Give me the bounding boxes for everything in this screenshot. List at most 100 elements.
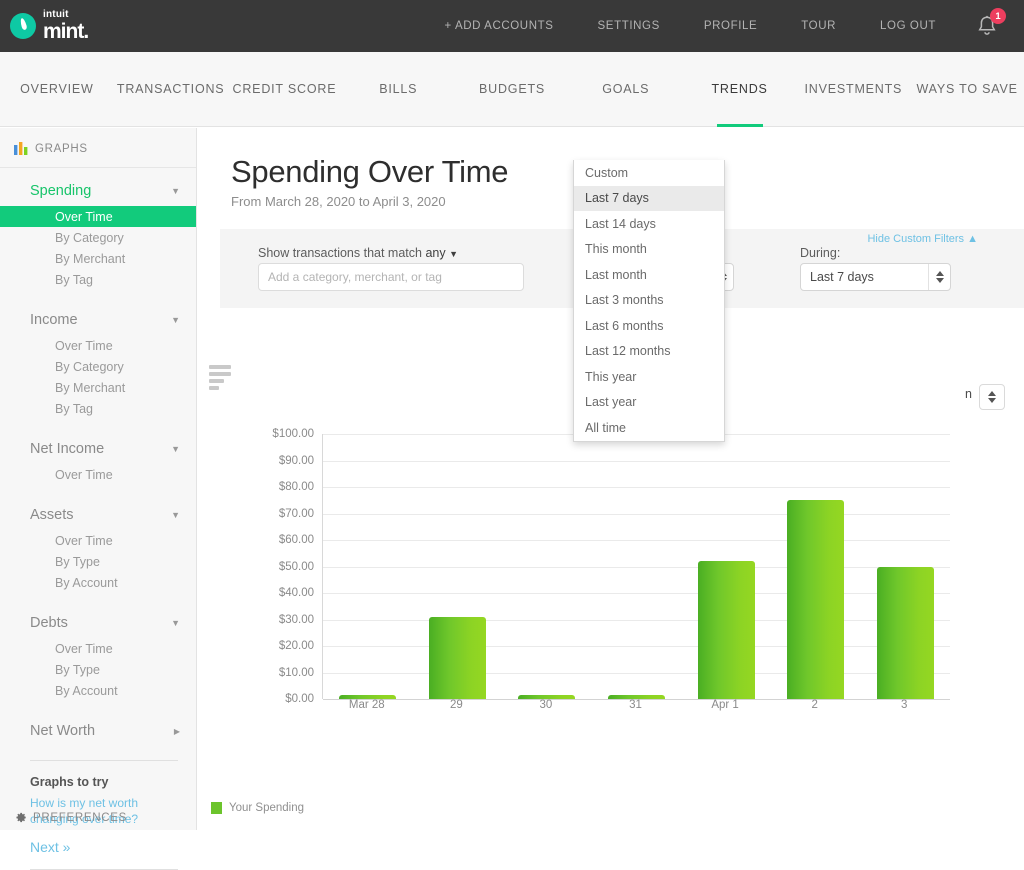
search-input[interactable] [258, 263, 524, 291]
y-axis-tick-label: $90.00 [278, 454, 314, 467]
mint-wordmark: mint. [43, 20, 89, 43]
gridline [323, 646, 950, 647]
match-prefix-label: Show transactions that match [258, 246, 422, 260]
top-link-tour[interactable]: TOUR [779, 20, 858, 32]
during-option-last-6-months[interactable]: Last 6 months [574, 313, 724, 339]
x-axis-tick-label: Apr 1 [711, 699, 739, 711]
spending-bar-chart: $100.00 $90.00 $80.00 $70.00 $60.00 $50.00 $40… [209, 425, 1009, 715]
y-axis-tick-label: $100.00 [272, 428, 314, 440]
notifications-button[interactable]: 1 [972, 8, 1006, 43]
sidebar-header-label: GRAPHS [35, 142, 88, 155]
sidebar-group-income[interactable]: Income ▼ [0, 305, 196, 335]
during-option-all-time[interactable]: All time [574, 415, 724, 441]
sidebar-group-assets-label: Assets [30, 507, 74, 523]
chevron-right-icon: ▶ [173, 726, 180, 736]
sidebar-item-debts-by-type[interactable]: By Type [0, 659, 196, 680]
nav-tab-ways-to-save[interactable]: WAYS TO SAVE [910, 52, 1024, 127]
sidebar-item-assets-by-type[interactable]: By Type [0, 551, 196, 572]
chevron-down-icon: ▼ [171, 444, 180, 454]
chevron-down-icon: ▼ [171, 510, 180, 520]
nav-tab-investments[interactable]: INVESTMENTS [796, 52, 910, 127]
during-period-value: Last 7 days [810, 270, 874, 284]
mint-droplet-icon [10, 13, 36, 39]
sidebar-item-net-income-over-time[interactable]: Over Time [0, 464, 196, 485]
top-nav: + ADD ACCOUNTS SETTINGS PROFILE TOUR LOG… [422, 8, 1006, 43]
match-operator-dropdown[interactable]: any ▼ [425, 246, 458, 260]
during-period-dropdown[interactable]: Custom Last 7 days Last 14 days This month L… [573, 160, 725, 442]
x-axis-tick-label: 2 [811, 699, 818, 711]
chevron-down-icon: ▼ [449, 249, 459, 259]
notification-badge: 1 [990, 8, 1006, 24]
x-axis-tick-label: 30 [539, 699, 553, 711]
sidebar-group-debts[interactable]: Debts ▼ [0, 608, 196, 638]
chart-toolbar-placeholder [209, 365, 231, 393]
during-label: During: [800, 246, 841, 260]
nav-tab-budgets[interactable]: BUDGETS [455, 52, 569, 127]
during-option-last-7-days[interactable]: Last 7 days [574, 185, 724, 211]
legend-color-swatch [211, 802, 222, 814]
sidebar-item-spending-by-merchant[interactable]: By Merchant [0, 248, 196, 269]
sidebar-item-income-by-category[interactable]: By Category [0, 356, 196, 377]
hide-custom-filters-label: Hide Custom Filters [867, 233, 965, 245]
sidebar-item-spending-over-time[interactable]: Over Time [0, 206, 196, 227]
top-link-profile[interactable]: PROFILE [682, 20, 779, 32]
during-option-custom[interactable]: Custom [574, 160, 724, 186]
top-bar: intuit mint. + ADD ACCOUNTS SETTINGS PRO… [0, 0, 1024, 52]
y-axis-tick-label: $50.00 [278, 560, 314, 573]
y-axis-tick-label: $10.00 [278, 666, 314, 679]
nav-tab-bills[interactable]: BILLS [341, 52, 455, 127]
graphs-to-try-next[interactable]: Next » [30, 839, 178, 855]
top-link-log-out[interactable]: LOG OUT [858, 20, 958, 32]
sidebar-item-income-by-tag[interactable]: By Tag [0, 398, 196, 419]
nav-tab-trends[interactable]: TRENDS [683, 52, 797, 127]
obscured-select[interactable] [979, 384, 1005, 410]
mint-logo[interactable]: intuit mint. [10, 10, 89, 43]
chart-bar[interactable] [697, 561, 755, 699]
chevron-down-icon: ▼ [171, 315, 180, 325]
sidebar-item-debts-over-time[interactable]: Over Time [0, 638, 196, 659]
legend-label: Your Spending [229, 802, 305, 814]
during-option-last-month[interactable]: Last month [574, 262, 724, 288]
during-option-this-year[interactable]: This year [574, 364, 724, 390]
chevron-down-icon: ▼ [171, 186, 180, 196]
sidebar-item-income-over-time[interactable]: Over Time [0, 335, 196, 356]
sidebar-item-spending-by-category[interactable]: By Category [0, 227, 196, 248]
nav-tab-transactions[interactable]: TRANSACTIONS [114, 52, 228, 127]
during-option-last-14-days[interactable]: Last 14 days [574, 211, 724, 237]
during-option-last-3-months[interactable]: Last 3 months [574, 288, 724, 314]
hide-custom-filters-toggle[interactable]: Hide Custom Filters ▲ [867, 233, 978, 245]
sidebar-item-income-by-merchant[interactable]: By Merchant [0, 377, 196, 398]
sidebar-group-income-label: Income [30, 312, 78, 328]
nav-tab-credit-score[interactable]: CREDIT SCORE [228, 52, 342, 127]
nav-tab-overview[interactable]: OVERVIEW [0, 52, 114, 127]
during-option-last-year[interactable]: Last year [574, 390, 724, 416]
x-axis-tick-label: 29 [449, 699, 463, 711]
sidebar-group-net-income[interactable]: Net Income ▼ [0, 434, 196, 464]
chart-bar[interactable] [428, 616, 486, 699]
during-period-select[interactable]: Last 7 days [800, 263, 951, 291]
sidebar-item-debts-by-account[interactable]: By Account [0, 680, 196, 701]
sidebar-group-assets[interactable]: Assets ▼ [0, 500, 196, 530]
during-option-last-12-months[interactable]: Last 12 months [574, 339, 724, 365]
sidebar-group-spending-label: Spending [30, 183, 92, 199]
chart-legend: Your Spending [211, 802, 304, 814]
y-axis-tick-label: $80.00 [278, 481, 314, 493]
sidebar-item-spending-by-tag[interactable]: By Tag [0, 269, 196, 290]
x-axis-tick-label: 31 [629, 699, 642, 711]
sidebar-group-spending[interactable]: Spending ▼ [0, 176, 196, 206]
sidebar-item-assets-by-account[interactable]: By Account [0, 572, 196, 593]
chart-bar[interactable] [876, 566, 934, 699]
x-axis-tick-label: Mar 28 [348, 699, 385, 711]
gridline [323, 593, 950, 594]
sidebar-item-assets-over-time[interactable]: Over Time [0, 530, 196, 551]
top-link-settings[interactable]: SETTINGS [576, 20, 682, 32]
chart-bar[interactable] [787, 500, 845, 699]
sidebar-header-graphs: GRAPHS [0, 128, 196, 168]
gridline [323, 672, 950, 674]
top-link-add-accounts[interactable]: + ADD ACCOUNTS [422, 20, 575, 32]
preferences-button[interactable]: PREFERENCES [14, 811, 127, 824]
sidebar-group-net-worth[interactable]: Net Worth ▶ [0, 716, 196, 746]
nav-tab-goals[interactable]: GOALS [569, 52, 683, 127]
stepper-icon [928, 264, 950, 290]
during-option-this-month[interactable]: This month [574, 237, 724, 263]
